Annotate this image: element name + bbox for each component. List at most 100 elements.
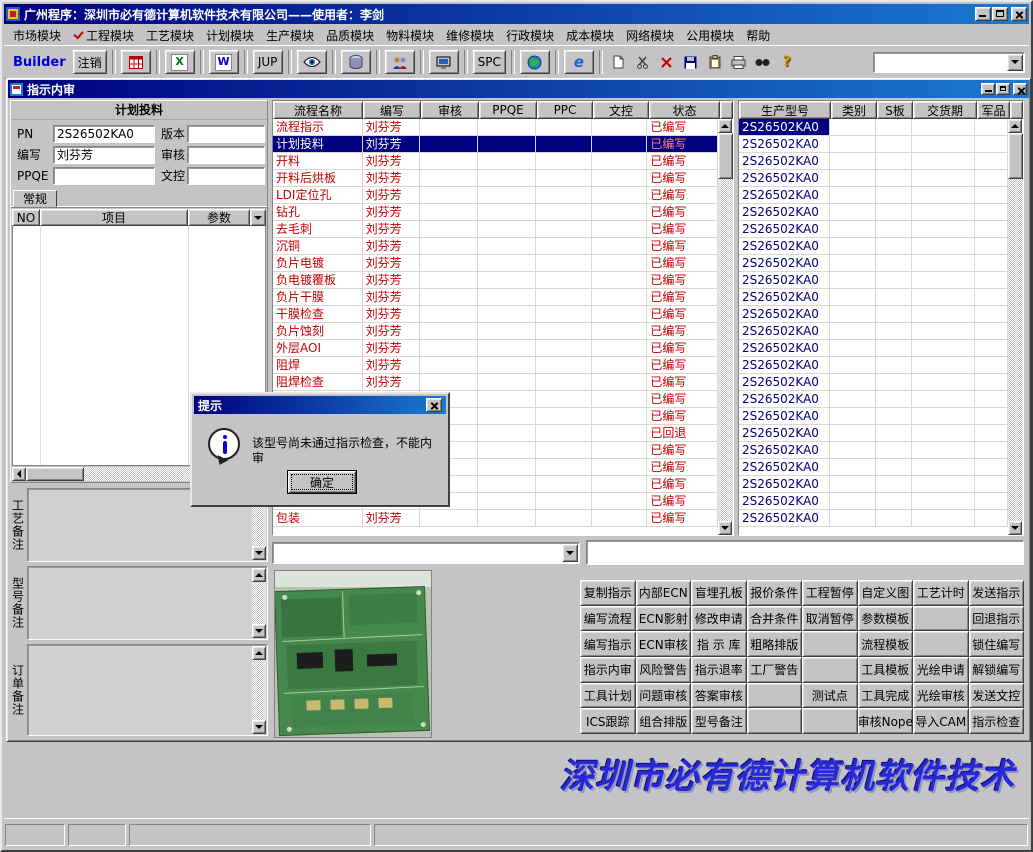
help-button[interactable]: ? [776, 50, 798, 74]
action-button-r6c1[interactable]: ICS跟踪 [580, 708, 636, 734]
process-row-14[interactable]: 外层AOI 刘芬芳 已编写 [273, 340, 718, 357]
menu-item-13[interactable]: 帮助 [740, 25, 776, 46]
action-button-r4c6[interactable]: 工具模板 [857, 656, 913, 683]
action-button-r6c3[interactable]: 型号备注 [691, 708, 747, 734]
action-button-r1c6[interactable]: 自定义图 [857, 580, 913, 606]
process-row-12[interactable]: 干膜检查 刘芬芳 已编写 [273, 306, 718, 323]
action-button-r5c5[interactable]: 测试点 [802, 682, 858, 709]
model-row-13[interactable]: 2S26502KA0 [739, 323, 1008, 340]
doc-control-field[interactable] [187, 166, 265, 185]
writer-field[interactable]: 刘芬芳 [53, 145, 155, 164]
child-close-button[interactable] [1013, 83, 1027, 95]
process-row-15[interactable]: 阻焊 刘芬芳 已编写 [273, 357, 718, 374]
model-row-23[interactable]: 2S26502KA0 [739, 493, 1008, 510]
menu-item-2[interactable]: 工程模块 [67, 25, 140, 46]
menu-item-9[interactable]: 行政模块 [500, 25, 560, 46]
model-row-12[interactable]: 2S26502KA0 [739, 306, 1008, 323]
menu-item-4[interactable]: 计划模块 [200, 25, 260, 46]
action-button-r4c1[interactable]: 指示内审 [580, 656, 636, 683]
process-row-16[interactable]: 阻焊检查 刘芬芳 已编写 [273, 374, 718, 391]
menu-item-10[interactable]: 成本模块 [560, 25, 620, 46]
process-col-header-2[interactable]: 编写 [363, 101, 421, 119]
model-row-19[interactable]: 2S26502KA0 [739, 425, 1008, 442]
action-button-r1c8[interactable]: 发送指示 [968, 580, 1024, 606]
action-button-r5c7[interactable]: 光绘审核 [913, 682, 969, 709]
action-button-r2c8[interactable]: 回退指示 [968, 605, 1024, 632]
model-row-24[interactable]: 2S26502KA0 [739, 510, 1008, 527]
model-row-18[interactable]: 2S26502KA0 [739, 408, 1008, 425]
model-row-9[interactable]: 2S26502KA0 [739, 255, 1008, 272]
process-row-24[interactable]: 包装 刘芬芳 已编写 [273, 510, 718, 527]
model-row-22[interactable]: 2S26502KA0 [739, 476, 1008, 493]
globe-button[interactable] [519, 50, 550, 74]
action-button-r2c4[interactable]: 合并条件 [746, 605, 802, 632]
model-col-header-4[interactable]: 交货期 [913, 101, 977, 119]
process-col-header-6[interactable]: 文控 [593, 101, 649, 119]
process-col-header-1[interactable]: 流程名称 [273, 101, 363, 119]
action-button-r1c3[interactable]: 盲埋孔板 [691, 580, 747, 606]
process-row-1[interactable]: 流程指示 刘芬芳 已编写 [273, 119, 718, 136]
menu-item-8[interactable]: 维修模块 [440, 25, 500, 46]
menu-item-7[interactable]: 物料模块 [380, 25, 440, 46]
param-grid-header-1[interactable]: NO [12, 209, 40, 226]
model-row-15[interactable]: 2S26502KA0 [739, 357, 1008, 374]
ok-button[interactable]: 确定 [288, 471, 356, 493]
process-col-header-4[interactable]: PPQE [479, 101, 537, 119]
model-row-10[interactable]: 2S26502KA0 [739, 272, 1008, 289]
scroll-up-icon[interactable] [1008, 119, 1022, 133]
action-button-r2c2[interactable]: ECN影射 [635, 605, 691, 632]
process-row-9[interactable]: 负片电镀 刘芬芳 已编写 [273, 255, 718, 272]
model-remark-box[interactable] [27, 566, 268, 640]
model-row-20[interactable]: 2S26502KA0 [739, 442, 1008, 459]
pn-field[interactable]: 2S26502KA0 [53, 124, 155, 143]
action-button-r2c6[interactable]: 参数模板 [857, 605, 913, 632]
scroll-left-icon[interactable] [12, 467, 26, 481]
action-button-r4c3[interactable]: 指示退率 [691, 656, 747, 683]
model-row-5[interactable]: 2S26502KA0 [739, 187, 1008, 204]
action-button-r6c6[interactable]: 审核Nope [857, 708, 913, 734]
menu-item-6[interactable]: 品质模块 [320, 25, 380, 46]
action-button-r2c5[interactable]: 取消暂停 [802, 605, 858, 632]
scroll-down-icon[interactable] [1008, 521, 1022, 535]
param-grid-dropdown-icon[interactable] [250, 209, 266, 226]
vertical-scrollbar[interactable] [252, 646, 266, 734]
spc-button[interactable]: SPC [472, 50, 506, 74]
param-grid-header-2[interactable]: 项目 [40, 209, 188, 226]
menu-item-3[interactable]: 工艺模块 [140, 25, 200, 46]
action-button-r2c1[interactable]: 编写流程 [580, 605, 636, 632]
info-field[interactable] [586, 540, 1024, 565]
vertical-scrollbar[interactable] [252, 568, 266, 638]
action-button-r4c4[interactable]: 工厂警告 [746, 656, 802, 683]
model-row-2[interactable]: 2S26502KA0 [739, 136, 1008, 153]
child-minimize-button[interactable] [981, 83, 995, 95]
browser-button[interactable]: e [563, 50, 594, 74]
flow-combobox[interactable] [272, 542, 580, 564]
order-remark-box[interactable] [27, 644, 268, 736]
model-row-11[interactable]: 2S26502KA0 [739, 289, 1008, 306]
param-grid-header-3[interactable]: 参数 [188, 209, 250, 226]
process-row-11[interactable]: 负片干膜 刘芬芳 已编写 [273, 289, 718, 306]
process-col-header-5[interactable]: PPC [537, 101, 593, 119]
action-button-r5c3[interactable]: 答案审核 [691, 682, 747, 709]
delete-button[interactable] [656, 50, 678, 74]
process-row-10[interactable]: 负电镀覆板 刘芬芳 已编写 [273, 272, 718, 289]
process-row-6[interactable]: 钻孔 刘芬芳 已编写 [273, 204, 718, 221]
scrollbar-thumb[interactable] [718, 133, 733, 179]
action-button-r3c1[interactable]: 编写指示 [580, 631, 636, 657]
model-col-header-2[interactable]: 类别 [831, 101, 877, 119]
dialog-close-button[interactable] [426, 398, 442, 412]
database-button[interactable] [340, 50, 371, 74]
action-button-r3c2[interactable]: ECN审核 [635, 631, 691, 657]
preview-button[interactable] [296, 50, 327, 74]
menu-item-1[interactable]: 市场模块 [7, 25, 67, 46]
chevron-down-icon[interactable] [562, 544, 578, 562]
process-row-8[interactable]: 沉铜 刘芬芳 已编写 [273, 238, 718, 255]
action-button-r1c4[interactable]: 报价条件 [746, 580, 802, 606]
model-row-3[interactable]: 2S26502KA0 [739, 153, 1008, 170]
action-button-r4c2[interactable]: 风险警告 [635, 656, 691, 683]
word-button[interactable]: W [208, 50, 239, 74]
child-maximize-button[interactable] [996, 83, 1010, 95]
menu-item-12[interactable]: 公用模块 [680, 25, 740, 46]
model-row-21[interactable]: 2S26502KA0 [739, 459, 1008, 476]
jup-button[interactable]: JUP [252, 50, 283, 74]
